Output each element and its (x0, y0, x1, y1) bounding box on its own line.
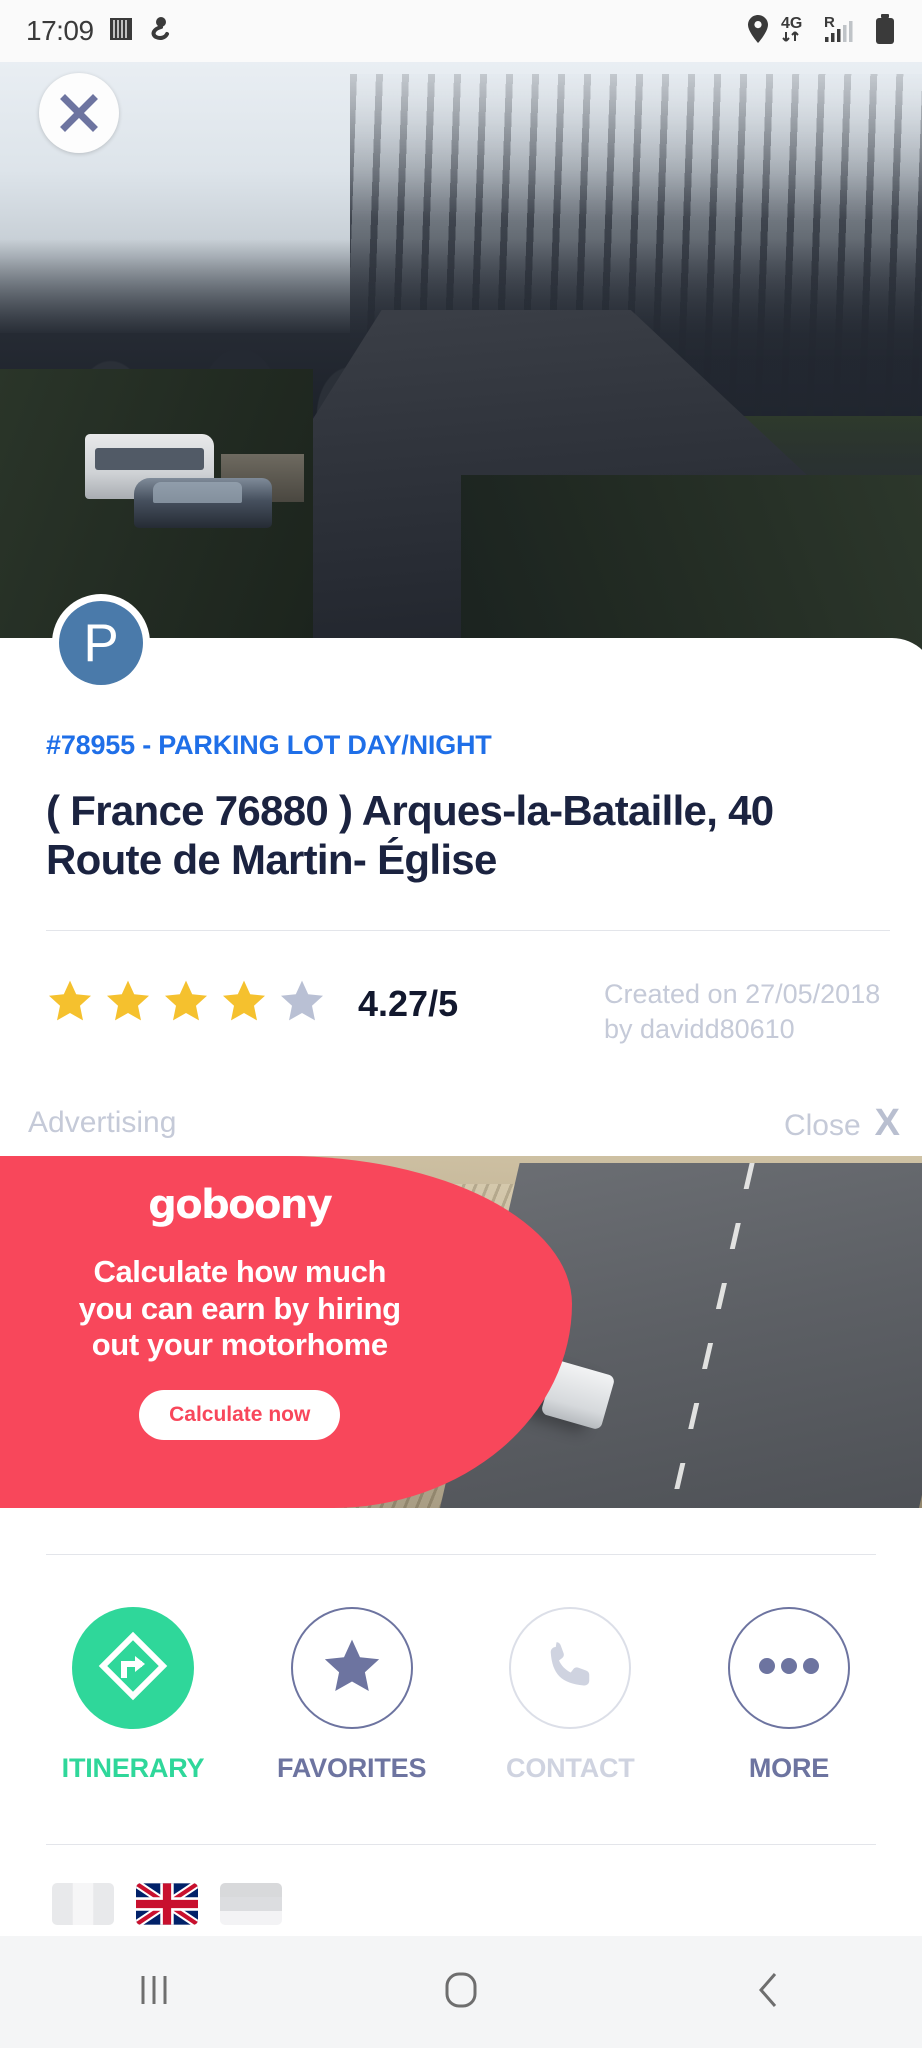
status-bar-clock: 17:09 (26, 15, 94, 46)
listing-reference: #78955 - PARKING LOT DAY/NIGHT (46, 730, 492, 760)
recents-button[interactable] (94, 1936, 214, 2048)
star-icon-filled (49, 981, 91, 1021)
english-flag-icon[interactable] (136, 1883, 198, 1925)
goboony-logo: goboony (148, 1182, 333, 1228)
svg-text:4G: 4G (781, 15, 802, 32)
status-bar: 17:09 4G R (0, 0, 922, 62)
action-label: MORE (748, 1753, 830, 1783)
status-bar-right: 4G R (746, 13, 896, 50)
action-itinerary[interactable]: ITINERARY (48, 1607, 218, 1784)
star-icon-filled (165, 981, 207, 1021)
action-label: FAVORITES (277, 1753, 427, 1783)
back-icon (753, 1969, 783, 2016)
home-icon (443, 1969, 479, 2016)
4g-data-icon: 4G (780, 13, 814, 50)
photo-suv (133, 477, 272, 529)
location-pin-icon (746, 14, 770, 49)
advertising-banner[interactable]: goboony Calculate how much you can earn … (0, 1156, 922, 1508)
more-icon-circle (727, 1607, 850, 1729)
recents-icon (136, 1970, 172, 2015)
svg-text:R: R (824, 14, 835, 31)
back-button[interactable] (708, 1936, 828, 2048)
direction-arrow-icon (96, 1629, 170, 1708)
photo-grass-right (461, 475, 922, 652)
parking-badge: P (52, 594, 150, 692)
star-icon (321, 1635, 383, 1702)
home-button[interactable] (401, 1936, 521, 2048)
advertising-close-label: Close (783, 1108, 861, 1142)
android-navigation-bar (0, 1936, 922, 2048)
ad-road-marking (668, 1163, 756, 1508)
french-flag-icon[interactable] (52, 1883, 114, 1925)
ellipsis-icon (758, 1656, 820, 1681)
rating-row: 4.27/5 Created on 27/05/2018 by davidd80… (46, 931, 890, 1086)
advertising-header: Advertising Close X (0, 1092, 922, 1154)
favorites-icon-circle (290, 1607, 413, 1729)
status-bar-left: 17:09 (26, 15, 172, 47)
action-favorites[interactable]: FAVORITES (267, 1607, 437, 1784)
page-title: ( France 76880 ) Arques-la-Bataille, 40 … (46, 787, 774, 883)
german-flag-icon[interactable] (220, 1883, 282, 1925)
action-buttons: ITINERARY FAVORITES CONTACT MORE (0, 1555, 922, 1784)
contact-icon-circle (509, 1607, 632, 1729)
app-icon (148, 16, 172, 47)
actions-section: ITINERARY FAVORITES CONTACT MORE (0, 1508, 922, 1925)
battery-icon (874, 13, 896, 50)
listing-card: #78955 - PARKING LOT DAY/NIGHT ( France … (0, 638, 922, 1087)
action-contact[interactable]: CONTACT (485, 1607, 655, 1784)
ad-content: goboony Calculate how much you can earn … (0, 1156, 479, 1508)
listing-photo[interactable] (0, 62, 922, 652)
advertising-close-button[interactable]: Close X (784, 1102, 900, 1145)
rating-score: 4.27/5 (358, 983, 459, 1025)
action-label: ITINERARY (61, 1753, 205, 1783)
action-label: CONTACT (506, 1753, 635, 1783)
parking-badge-letter: P (59, 601, 143, 685)
star-icon-empty (281, 981, 323, 1021)
advertising-label: Advertising (28, 1106, 177, 1139)
star-icon-filled (223, 981, 265, 1021)
close-icon: X (874, 1101, 900, 1144)
close-button[interactable] (39, 73, 119, 153)
close-icon (56, 90, 102, 136)
language-selector (0, 1845, 922, 1925)
calculate-now-button[interactable]: Calculate now (139, 1389, 341, 1440)
phone-icon (540, 1636, 600, 1701)
star-rating (46, 977, 326, 1025)
roaming-signal-icon: R (824, 13, 864, 50)
ad-headline: Calculate how much you can earn by hirin… (78, 1254, 401, 1363)
created-info: Created on 27/05/2018 by davidd80610 (604, 979, 881, 1044)
action-more[interactable]: MORE (704, 1607, 874, 1784)
itinerary-icon-circle (72, 1607, 194, 1729)
star-icon-filled (107, 981, 149, 1021)
calendar-icon (108, 16, 134, 47)
